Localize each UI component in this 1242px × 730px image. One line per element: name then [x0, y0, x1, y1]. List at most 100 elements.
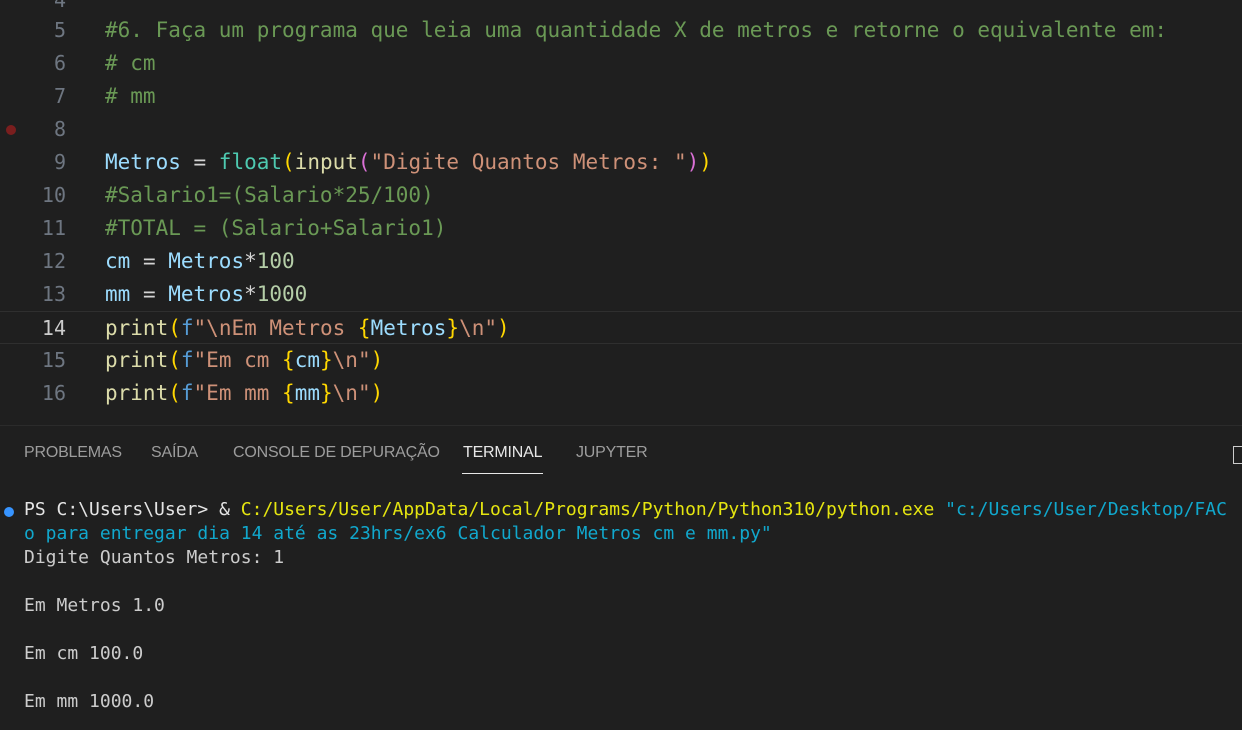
code-text: # mm — [105, 80, 156, 113]
code-token: = — [130, 282, 169, 306]
code-token: # cm — [105, 51, 156, 75]
code-token: print — [105, 348, 169, 372]
code-token: ) — [370, 348, 384, 372]
line-number: 5 — [53, 18, 66, 42]
code-text: #6. Faça um programa que leia uma quanti… — [105, 14, 1167, 47]
line-number: 11 — [41, 216, 66, 240]
status-dot-icon — [4, 507, 14, 517]
code-token: * — [244, 249, 257, 273]
code-token: "Em mm — [193, 381, 283, 405]
code-token: \n" — [332, 348, 371, 372]
code-token: print — [105, 316, 169, 340]
code-token: "Digite Quantos Metros: " — [370, 150, 687, 174]
code-text: # cm — [105, 47, 156, 80]
code-line[interactable]: 10 #Salario1=(Salario*25/100) — [0, 179, 1242, 212]
terminal-input-line: Digite Quantos Metros: 1 — [24, 547, 285, 568]
code-token: \n" — [332, 381, 371, 405]
code-token: } — [320, 381, 333, 405]
active-tab-indicator — [462, 473, 543, 474]
code-line[interactable]: 8 — [0, 113, 1242, 146]
code-token: #Salario1=(Salario*25/100) — [105, 183, 434, 207]
code-line[interactable]: 11 #TOTAL = (Salario+Salario1) — [0, 212, 1242, 245]
code-token: ) — [497, 316, 510, 340]
code-token: Metros — [105, 150, 181, 174]
line-number: 8 — [53, 117, 66, 141]
code-token: mm — [105, 282, 131, 306]
code-line[interactable]: 13 mm = Metros*1000 — [0, 278, 1242, 311]
code-token: mm — [294, 381, 320, 405]
code-token: ( — [168, 381, 181, 405]
line-number: 6 — [53, 51, 66, 75]
code-token: ( — [168, 316, 181, 340]
code-text: print(f"Em mm {mm}\n") — [105, 377, 383, 410]
code-line[interactable]: 7 # mm — [0, 80, 1242, 113]
code-editor[interactable]: 4 5 #6. Faça um programa que leia uma qua… — [0, 0, 1242, 425]
line-number: 14 — [41, 316, 66, 340]
code-line[interactable]: 12 cm = Metros*100 — [0, 245, 1242, 278]
code-token: # mm — [105, 84, 156, 108]
code-token: * — [244, 282, 257, 306]
code-token: 1000 — [256, 282, 308, 306]
code-token: #6. Faça um programa que leia uma quanti… — [105, 18, 1168, 42]
code-token: print — [105, 381, 169, 405]
code-token: = — [130, 249, 169, 273]
tab-problems[interactable]: PROBLEMAS — [24, 444, 122, 462]
terminal-output-mm: Em mm 1000.0 — [24, 691, 155, 712]
code-token: f — [180, 316, 194, 340]
code-token: \n" — [459, 316, 498, 340]
code-token: ) — [686, 150, 700, 174]
code-token: "Em cm — [193, 348, 283, 372]
terminal-call-operator: & — [219, 499, 241, 520]
code-token: Metros — [168, 282, 245, 306]
code-token: { — [282, 381, 295, 405]
tab-debug-console[interactable]: CONSOLE DE DEPURAÇÃO — [233, 444, 440, 462]
code-text: print(f"\nEm Metros {Metros}\n") — [105, 312, 510, 345]
code-line[interactable]: 16 print(f"Em mm {mm}\n") — [0, 377, 1242, 410]
line-number: 10 — [41, 183, 66, 207]
code-line[interactable]: 15 print(f"Em cm {cm}\n") — [0, 344, 1242, 377]
code-token: = — [180, 150, 219, 174]
panel-tabs: PROBLEMAS SAÍDA CONSOLE DE DEPURAÇÃO TER… — [0, 426, 1242, 486]
terminal-command-line: PS C:\Users\User> & C:/Users/User/AppDat… — [24, 498, 1227, 522]
code-text: mm = Metros*1000 — [105, 278, 307, 311]
line-number: 12 — [41, 249, 66, 273]
code-text: print(f"Em cm {cm}\n") — [105, 344, 383, 377]
code-line[interactable]: 14 print(f"\nEm Metros {Metros}\n") — [0, 311, 1242, 344]
tab-terminal[interactable]: TERMINAL — [463, 444, 543, 462]
code-line[interactable]: 9 Metros = float(input("Digite Quantos Me… — [0, 146, 1242, 179]
terminal-output-cm: Em cm 100.0 — [24, 643, 144, 664]
tab-jupyter[interactable]: JUPYTER — [576, 444, 648, 462]
code-text: #TOTAL = (Salario+Salario1) — [105, 212, 446, 245]
code-line[interactable]: 5 #6. Faça um programa que leia uma quant… — [0, 14, 1242, 47]
code-token: float — [218, 150, 283, 174]
code-token: #TOTAL = (Salario+Salario1) — [105, 216, 447, 240]
code-token: ( — [168, 348, 181, 372]
python-exe-path: C:/Users/User/AppData/Local/Programs/Pyt… — [240, 499, 935, 520]
code-text: #Salario1=(Salario*25/100) — [105, 179, 434, 212]
maximize-panel-icon[interactable] — [1233, 446, 1242, 464]
code-token: } — [320, 348, 333, 372]
code-token: ( — [357, 150, 371, 174]
line-number: 9 — [53, 150, 66, 174]
code-token: } — [446, 316, 460, 340]
code-token: f — [180, 381, 194, 405]
code-token: cm — [294, 348, 320, 372]
line-number: 7 — [53, 84, 66, 108]
code-text: Metros = float(input("Digite Quantos Met… — [105, 146, 712, 179]
code-token: Metros — [370, 316, 447, 340]
code-token: input — [294, 150, 358, 174]
script-path-part-2: o para entregar dia 14 até as 23hrs/ex6 … — [24, 523, 772, 544]
code-token: f — [180, 348, 194, 372]
code-line[interactable]: 6 # cm — [0, 47, 1242, 80]
code-token: ) — [370, 381, 384, 405]
tab-output[interactable]: SAÍDA — [151, 444, 198, 462]
code-token: cm — [105, 249, 131, 273]
code-token: { — [357, 316, 371, 340]
line-number: 16 — [41, 381, 66, 405]
code-token: Metros — [168, 249, 245, 273]
code-token: "\nEm Metros — [193, 316, 358, 340]
bottom-panel: PROBLEMAS SAÍDA CONSOLE DE DEPURAÇÃO TER… — [0, 425, 1242, 730]
code-token: ( — [282, 150, 295, 174]
code-token: { — [282, 348, 295, 372]
code-text: cm = Metros*100 — [105, 245, 295, 278]
